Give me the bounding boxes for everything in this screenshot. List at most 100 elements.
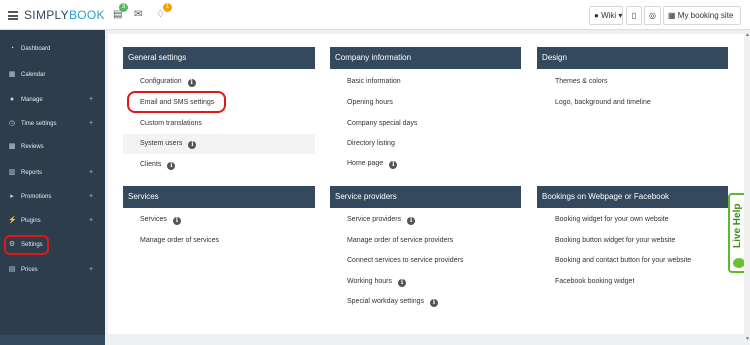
brand-part-2: BOOK [68,8,105,22]
link-service-providers[interactable]: Service providers i [347,216,416,225]
info-icon[interactable]: i [407,217,416,225]
link-label: Services [140,216,167,223]
link-label: Basic information [347,78,401,85]
expand-icon: + [89,217,94,224]
settings-card [108,34,746,334]
megaphone-icon: ▸ [10,193,14,200]
panel-design-header: Design [537,47,728,69]
dashboard-icon: ◔ [9,45,15,52]
link-services[interactable]: Services i [140,216,181,225]
link-working-hours[interactable]: Working hours i [347,278,407,287]
link-custom-translations[interactable]: Custom translations [140,120,202,127]
bell-icon[interactable]: ♢ [156,10,165,20]
info-icon[interactable]: i [389,161,398,169]
link-label: Manage order of service providers [347,237,454,244]
link-label: Clients [140,161,162,168]
live-help-label: Live Help [732,203,743,248]
link-home-page[interactable]: Home page i [347,160,398,169]
price-list-icon: ▤ [8,266,16,273]
link-label: Booking and contact button for your webs… [555,257,692,264]
sidebar-item-label: Calendar [21,72,46,78]
link-manage-order-of-providers[interactable]: Manage order of service providers [347,237,453,244]
info-icon[interactable]: i [167,162,176,170]
link-label: Special workday settings [347,298,425,305]
sidebar-item-time-settings[interactable]: ◷ Time settings + [0,113,105,135]
hamburger-menu-icon[interactable] [8,11,18,20]
sidebar-item-calendar[interactable]: ▦ Calendar [0,64,105,86]
link-system-users[interactable]: System users i [140,140,197,149]
sidebar-item-label: Plugins [21,218,41,224]
sidebar-footer [0,335,105,345]
tasks-badge: 3 [119,3,128,12]
panel-service-providers-header: Service providers [330,186,521,208]
sidebar-item-reports[interactable]: ▥ Reports + [0,162,105,184]
link-special-workday-settings[interactable]: Special workday settings i [347,298,439,307]
top-bar: SIMPLYBOOK ▤ 3 ✉ ♢ 1 ● Wiki ▾ ▯ ◎ ▦ My b… [0,0,750,30]
info-icon[interactable]: i [187,79,196,87]
brand-logo[interactable]: SIMPLYBOOK [24,8,105,22]
sidebar-item-label: Dashboard [21,46,51,52]
my-booking-site-label: My booking site [677,11,734,20]
sidebar-item-label: Manage [21,97,43,103]
link-clients[interactable]: Clients i [140,161,176,170]
sidebar-item-manage[interactable]: ● Manage + [0,89,105,111]
sidebar-item-label: Reviews [21,144,44,150]
info-icon[interactable]: i [430,299,439,307]
link-label: Service providers [347,216,402,223]
sidebar-item-promotions[interactable]: ▸ Promotions + [0,186,105,208]
panel-services-header: Services [123,186,315,208]
my-booking-site-button[interactable]: ▦ My booking site [663,6,741,25]
sidebar-item-reviews[interactable]: ▩ Reviews [0,136,105,158]
chevron-down-icon: ▾ [618,11,623,20]
wiki-button[interactable]: ● Wiki ▾ [589,6,623,25]
globe-icon: ◎ [649,11,656,20]
link-booking-button-widget[interactable]: Booking button widget for your website [555,237,675,244]
expand-icon: + [89,96,94,103]
expand-icon: + [89,193,94,200]
link-opening-hours[interactable]: Opening hours [347,99,393,106]
link-label: Booking widget for your own website [555,216,669,223]
expand-icon: + [89,266,94,273]
sidebar-item-dashboard[interactable]: ◔ Dashboard [0,38,105,60]
panel-company-information-header: Company information [330,47,521,69]
user-icon: ● [9,96,15,103]
sidebar-item-label: Prices [21,267,38,273]
link-label: Company special days [347,120,418,127]
brand-part-1: SIMPLY [24,8,69,22]
page-scrollbar[interactable] [744,30,750,345]
link-label: Working hours [347,278,393,285]
link-booking-widget-website[interactable]: Booking widget for your own website [555,216,669,223]
sidebar-item-plugins[interactable]: ⚡ Plugins + [0,210,105,232]
scroll-up-icon[interactable]: ▲ [745,32,750,38]
link-label: Facebook booking widget [555,278,635,285]
email-settings-highlight-circle [127,91,226,113]
link-configuration[interactable]: Configuration i [140,78,196,87]
sidebar-item-prices[interactable]: ▤ Prices + [0,259,105,281]
link-company-special-days[interactable]: Company special days [347,120,417,127]
calendar-icon: ▦ [668,11,676,20]
info-icon[interactable]: i [172,217,181,225]
scroll-down-icon[interactable]: ▼ [745,336,750,342]
link-themes-colors[interactable]: Themes & colors [555,78,608,85]
settings-highlight-circle [4,235,49,255]
link-logo-background-timeline[interactable]: Logo, background and timeline [555,99,651,106]
link-connect-services-to-providers[interactable]: Connect services to service providers [347,257,463,264]
link-directory-listing[interactable]: Directory listing [347,140,395,147]
panel-bookings-header: Bookings on Webpage or Facebook [537,186,728,208]
expand-icon: + [89,169,94,176]
link-booking-contact-button[interactable]: Booking and contact button for your webs… [555,257,691,264]
info-icon[interactable]: i [188,141,197,149]
globe-button[interactable]: ◎ [644,6,661,25]
sidebar-item-label: Reports [21,170,43,176]
info-icon[interactable]: i [398,279,407,287]
clock-icon: ◷ [8,120,16,127]
link-facebook-booking-widget[interactable]: Facebook booking widget [555,278,634,285]
mobile-button[interactable]: ▯ [626,6,642,25]
link-label: Home page [347,160,384,167]
link-manage-order-of-services[interactable]: Manage order of services [140,237,219,244]
mobile-icon: ▯ [631,11,637,20]
link-label: Booking button widget for your website [555,237,676,244]
link-basic-information[interactable]: Basic information [347,78,401,85]
mail-icon[interactable]: ✉ [134,10,142,20]
link-label: Connect services to service providers [347,257,464,264]
